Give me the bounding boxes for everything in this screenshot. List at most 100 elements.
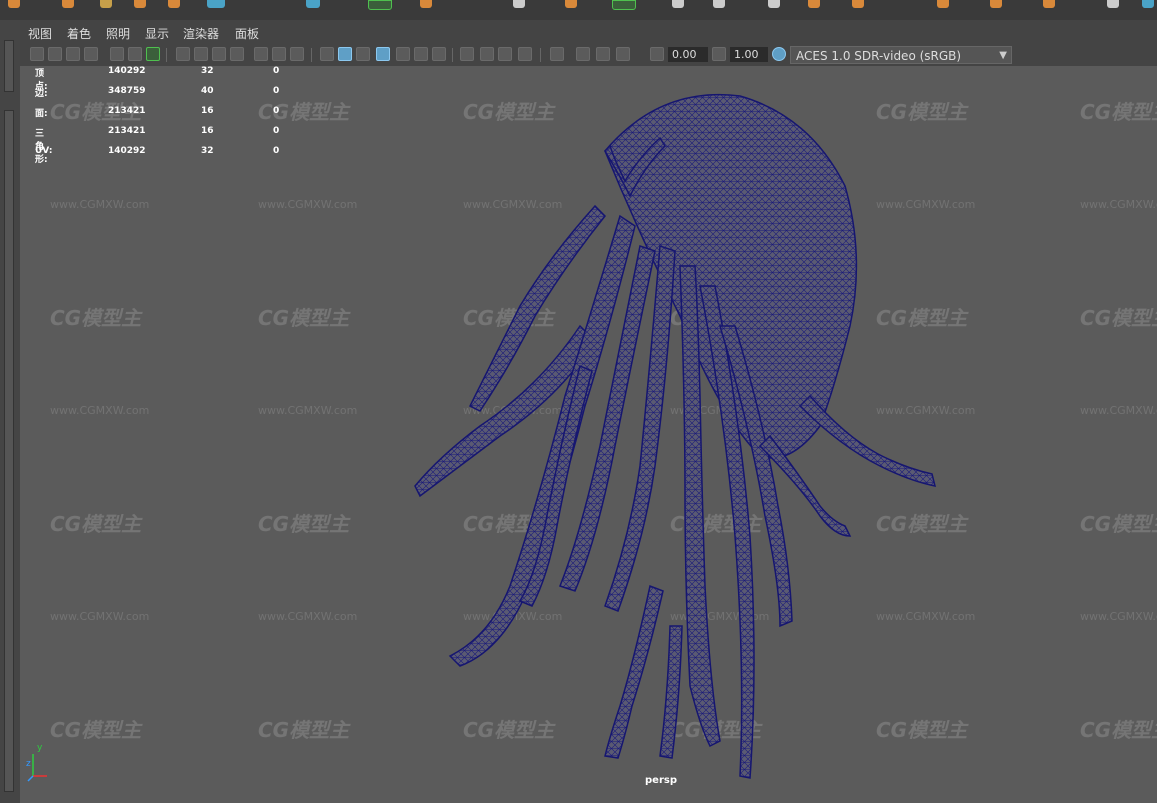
toolbar-separator	[311, 48, 312, 62]
grease-pencil-icon[interactable]	[110, 47, 124, 61]
camera-icon[interactable]	[30, 47, 44, 61]
hud-value: 16	[201, 106, 214, 116]
mesh-strand	[659, 625, 683, 759]
depth-of-field-icon[interactable]	[518, 47, 532, 61]
hud-value: 213421	[108, 126, 146, 136]
mesh-strand	[798, 394, 937, 487]
shelf-icon[interactable]	[768, 0, 780, 8]
toolbar-separator	[540, 48, 541, 62]
axis-label-z: z	[26, 759, 31, 769]
menu-shading[interactable]: 着色	[67, 25, 91, 42]
hud-value: 40	[201, 86, 214, 96]
shelf-icon[interactable]	[8, 0, 20, 8]
xray-icon[interactable]	[576, 47, 590, 61]
panel-menu-bar: 视图 着色 照明 显示 渲染器 面板	[20, 20, 1157, 44]
chevron-down-icon: ▼	[999, 50, 1007, 61]
exposure-field[interactable]: 0.00	[668, 47, 708, 62]
menu-show[interactable]: 显示	[145, 25, 169, 42]
viewport-3d[interactable]: CG模型主 www.CGMXW.com CG模型主 www.CGMXW.com CG模型…	[20, 66, 1157, 803]
smooth-shade-icon[interactable]	[338, 47, 352, 61]
shelf-icon[interactable]	[990, 0, 1002, 8]
bookmark-icon[interactable]	[66, 47, 80, 61]
grid-icon[interactable]	[176, 47, 190, 61]
scroll-bar[interactable]	[4, 110, 14, 792]
axis-label-y: y	[37, 743, 43, 753]
camera-attributes-icon[interactable]	[48, 47, 62, 61]
hud-value: 32	[201, 146, 214, 156]
panel-toolbar: 0.00 1.00 ACES 1.0 SDR-video (sRGB) ▼	[20, 44, 1157, 67]
color-management-icon[interactable]	[772, 47, 786, 61]
shelf-icon[interactable]	[207, 0, 225, 8]
shelf-icon[interactable]	[937, 0, 949, 8]
hud-label: 面:	[35, 109, 48, 119]
xray-joints-icon[interactable]	[616, 47, 630, 61]
hud-value: 16	[201, 126, 214, 136]
shelf-icon[interactable]	[808, 0, 820, 8]
wireframe-mesh[interactable]	[20, 66, 1157, 803]
scroll-bar[interactable]	[4, 40, 14, 92]
toolbar-separator	[166, 48, 167, 62]
field-chart-icon[interactable]	[254, 47, 268, 61]
shelf-icon[interactable]	[100, 0, 112, 8]
resolution-gate-icon[interactable]	[212, 47, 226, 61]
shelf-icon[interactable]	[306, 0, 320, 8]
top-shelf	[0, 0, 1157, 21]
hud-value: 0	[273, 106, 280, 116]
shelf-icon[interactable]	[134, 0, 146, 8]
shelf-icon[interactable]	[565, 0, 577, 8]
motion-blur-icon[interactable]	[480, 47, 494, 61]
grease-pencil-toggle-icon[interactable]	[146, 47, 160, 61]
gamma-field[interactable]: 1.00	[730, 47, 768, 62]
default-material-icon[interactable]	[356, 47, 370, 61]
menu-lighting[interactable]: 照明	[106, 25, 130, 42]
hud-value: 140292	[108, 146, 146, 156]
shelf-icon[interactable]	[612, 0, 636, 10]
shelf-icon[interactable]	[420, 0, 432, 8]
mesh-strand	[604, 584, 664, 759]
hud-value: 0	[273, 126, 280, 136]
wireframe-icon[interactable]	[320, 47, 334, 61]
wireframe-on-shaded-icon[interactable]	[376, 47, 390, 61]
menu-panels[interactable]: 面板	[235, 25, 259, 42]
safe-action-icon[interactable]	[272, 47, 286, 61]
2d-pan-zoom-icon[interactable]	[128, 47, 142, 61]
screen-space-ao-icon[interactable]	[460, 47, 474, 61]
shelf-icon[interactable]	[672, 0, 684, 8]
hud-value: 140292	[108, 66, 146, 76]
shelf-icon[interactable]	[852, 0, 864, 8]
lighting-icon[interactable]	[414, 47, 428, 61]
shelf-icon[interactable]	[1107, 0, 1119, 8]
left-tool-strip	[0, 20, 21, 803]
hud-label: UV:	[35, 146, 53, 156]
gamma-icon[interactable]	[712, 47, 726, 61]
safe-title-icon[interactable]	[290, 47, 304, 61]
hud-value: 32	[201, 66, 214, 76]
menu-view[interactable]: 视图	[28, 25, 52, 42]
view-transform-dropdown[interactable]: ACES 1.0 SDR-video (sRGB) ▼	[790, 46, 1012, 64]
textured-icon[interactable]	[396, 47, 410, 61]
film-gate-icon[interactable]	[194, 47, 208, 61]
hud-value: 0	[273, 86, 280, 96]
anti-aliasing-icon[interactable]	[498, 47, 512, 61]
gate-mask-icon[interactable]	[230, 47, 244, 61]
shadows-icon[interactable]	[432, 47, 446, 61]
view-transform-label: ACES 1.0 SDR-video (sRGB)	[796, 49, 962, 63]
exposure-icon[interactable]	[650, 47, 664, 61]
shelf-icon[interactable]	[368, 0, 392, 10]
shelf-icon[interactable]	[1043, 0, 1055, 8]
hud-value: 348759	[108, 86, 146, 96]
hud-value: 0	[273, 146, 280, 156]
shelf-icon[interactable]	[168, 0, 180, 8]
image-plane-icon[interactable]	[84, 47, 98, 61]
shelf-icon[interactable]	[62, 0, 74, 8]
menu-renderer[interactable]: 渲染器	[183, 25, 219, 42]
shelf-icon[interactable]	[713, 0, 725, 8]
shelf-icon[interactable]	[513, 0, 525, 8]
view-axis-icon	[27, 754, 47, 782]
toolbar-separator	[452, 48, 453, 62]
isolate-select-icon[interactable]	[550, 47, 564, 61]
xray-active-icon[interactable]	[596, 47, 610, 61]
hud-value: 213421	[108, 106, 146, 116]
shelf-icon[interactable]	[1142, 0, 1154, 8]
camera-name-label: persp	[645, 775, 677, 786]
